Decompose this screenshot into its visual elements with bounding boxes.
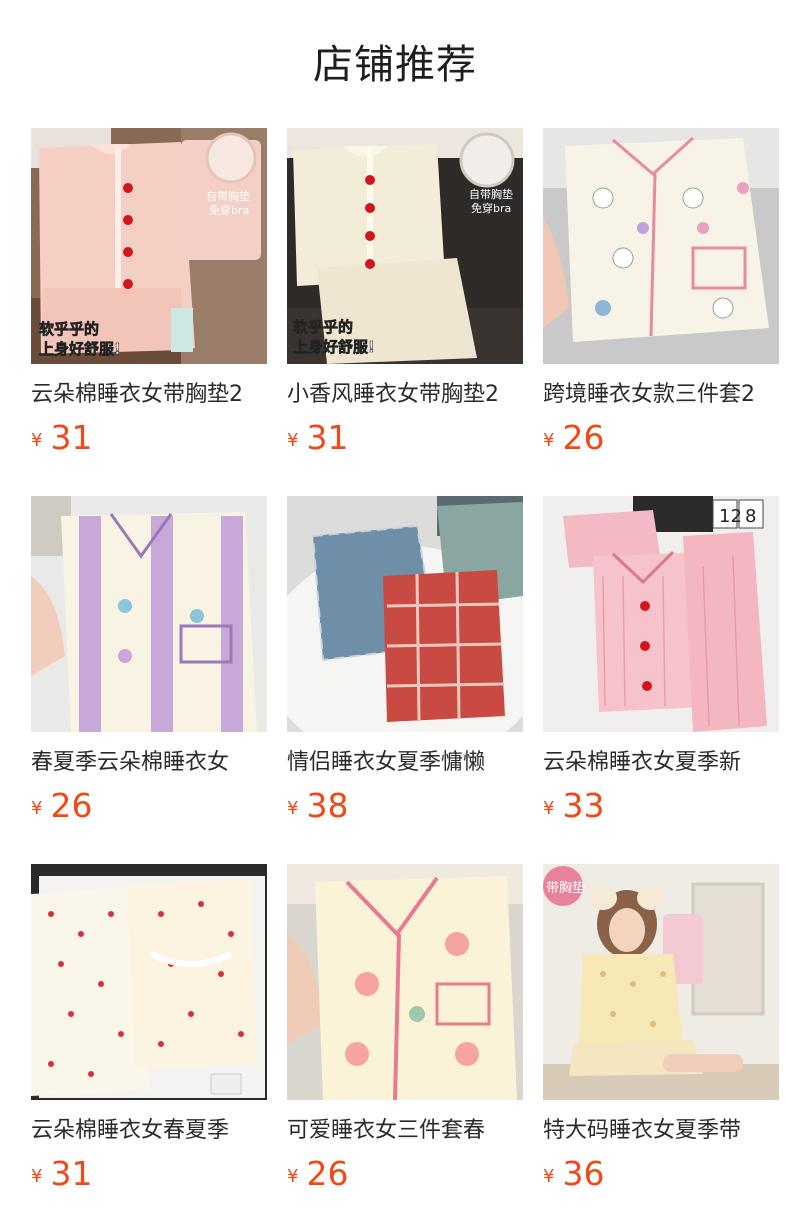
product-title[interactable]: 情侣睡衣女夏季慵懒 [287,746,523,780]
photo-caption: 软乎乎的 [293,318,353,336]
price-value: 26 [50,786,93,825]
photo-caption: 上身好舒服! [39,340,121,358]
product-image[interactable]: 自带胸垫 免穿bra 软乎乎的 上身好舒服! [287,128,523,364]
photo-caption: 自带胸垫 [206,189,250,203]
currency-symbol: ¥ [31,798,43,819]
product-price: ¥26 [31,784,92,828]
photo-caption: 自带胸垫 [469,187,513,201]
product-title[interactable]: 云朵棉睡衣女夏季新 [543,746,779,780]
photo-caption: 免穿bra [471,201,511,215]
product-price: ¥26 [287,1152,348,1196]
photo-caption: 软乎乎的 [39,320,99,338]
product-title[interactable]: 云朵棉睡衣女春夏季 [31,1114,267,1148]
product-price: ¥36 [543,1152,604,1196]
photo-badge: 带胸垫 [546,880,585,896]
price-value: 31 [306,418,349,457]
product-card[interactable]: 跨境睡衣女款三件套2 ¥26 [543,128,779,468]
currency-symbol: ¥ [31,1166,43,1187]
price-value: 38 [306,786,349,825]
product-card[interactable]: 春夏季云朵棉睡衣女 ¥26 [31,496,267,836]
product-title[interactable]: 云朵棉睡衣女带胸垫2 [31,378,267,412]
product-card[interactable]: 情侣睡衣女夏季慵懒 ¥38 [287,496,523,836]
product-image[interactable] [31,864,267,1100]
product-price: ¥38 [287,784,348,828]
price-value: 26 [306,1154,349,1193]
product-image[interactable] [31,496,267,732]
product-card[interactable]: 云朵棉睡衣女春夏季 ¥31 [31,864,267,1204]
product-title[interactable]: 特大码睡衣女夏季带 [543,1114,779,1148]
product-title[interactable]: 跨境睡衣女款三件套2 [543,378,779,412]
photo-caption: 上身好舒服! [293,338,375,356]
product-price: ¥26 [543,416,604,460]
currency-symbol: ¥ [31,430,43,451]
product-card[interactable]: 自带胸垫 免穿bra 软乎乎的 上身好舒服! 小香风睡衣女带胸垫2 ¥31 [287,128,523,468]
product-price: ¥31 [31,1152,92,1196]
currency-symbol: ¥ [543,430,555,451]
product-image[interactable] [287,496,523,732]
price-value: 36 [562,1154,605,1193]
price-value: 31 [50,1154,93,1193]
product-card[interactable]: 可爱睡衣女三件套春 ¥26 [287,864,523,1204]
clock-digit: 12 [719,506,742,527]
currency-symbol: ¥ [287,430,299,451]
product-price: ¥31 [287,416,348,460]
product-title[interactable]: 春夏季云朵棉睡衣女 [31,746,267,780]
clock-digit: 8 [745,506,756,527]
product-image[interactable]: 自带胸垫 免穿bra 软乎乎的 上身好舒服! [31,128,267,364]
product-price: ¥33 [543,784,604,828]
currency-symbol: ¥ [287,1166,299,1187]
product-image[interactable] [543,128,779,364]
product-image[interactable] [287,864,523,1100]
product-title[interactable]: 可爱睡衣女三件套春 [287,1114,523,1148]
photo-caption: 免穿bra [209,203,249,217]
price-value: 31 [50,418,93,457]
product-card[interactable]: 带胸垫 特大码睡衣女夏季带 ¥36 [543,864,779,1204]
page-title: 店铺推荐 [313,42,477,88]
product-image[interactable]: 带胸垫 [543,864,779,1100]
currency-symbol: ¥ [287,798,299,819]
product-card[interactable]: 自带胸垫 免穿bra 软乎乎的 上身好舒服! 云朵棉睡衣女带胸垫2 ¥31 [31,128,267,468]
product-title[interactable]: 小香风睡衣女带胸垫2 [287,378,523,412]
product-card[interactable]: 12 8 云朵棉睡衣女夏季新 ¥33 [543,496,779,836]
currency-symbol: ¥ [543,798,555,819]
currency-symbol: ¥ [543,1166,555,1187]
product-image[interactable]: 12 8 [543,496,779,732]
price-value: 33 [562,786,605,825]
product-price: ¥31 [31,416,92,460]
price-value: 26 [562,418,605,457]
